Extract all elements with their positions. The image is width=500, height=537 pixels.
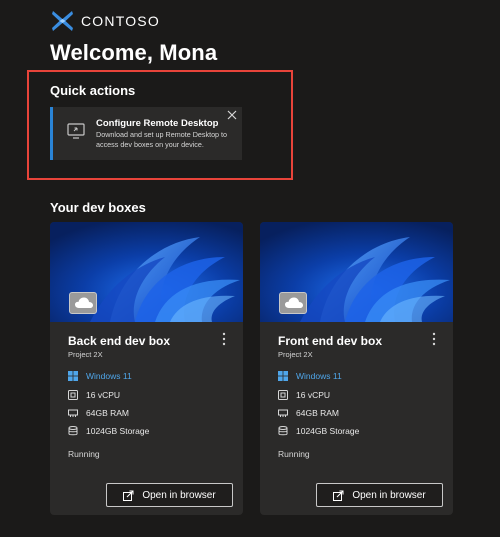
storage-row: 1024GB Storage [68, 426, 149, 436]
open-in-browser-icon [333, 490, 344, 501]
memory-icon [68, 409, 78, 417]
quick-actions-title: Quick actions [50, 83, 136, 98]
close-icon[interactable] [226, 109, 238, 121]
cpu-label: 16 vCPU [86, 390, 121, 400]
cpu-row: 16 vCPU [278, 390, 330, 400]
page-title: Welcome, Mona [50, 40, 218, 65]
open-in-browser-button[interactable]: Open in browser [316, 483, 443, 507]
dev-box-project: Project 2X [68, 350, 103, 359]
cpu-icon [68, 390, 78, 400]
remote-desktop-icon [67, 123, 85, 139]
open-in-browser-label: Open in browser [352, 489, 426, 501]
open-in-browser-button[interactable]: Open in browser [106, 483, 233, 507]
storage-label: 1024GB Storage [86, 426, 150, 436]
cpu-row: 16 vCPU [68, 390, 120, 400]
cpu-icon [278, 390, 288, 400]
dev-boxes-title: Your dev boxes [50, 200, 146, 215]
dev-box-project: Project 2X [278, 350, 313, 359]
qa-card-title: Configure Remote Desktop [96, 118, 219, 129]
dev-box-card: Front end dev box Project 2X Windows 11 … [260, 222, 453, 515]
memory-icon [278, 409, 288, 417]
dev-box-card: Back end dev box Project 2X Windows 11 1… [50, 222, 243, 515]
storage-icon [68, 426, 78, 436]
configure-remote-desktop-card[interactable]: Configure Remote Desktop Download and se… [50, 107, 242, 160]
ram-label: 64GB RAM [296, 408, 339, 418]
brand-name: CONTOSO [81, 13, 160, 29]
brand: CONTOSO [50, 9, 160, 33]
os-row: Windows 11 [68, 371, 132, 381]
os-label[interactable]: Windows 11 [296, 371, 342, 381]
open-in-browser-label: Open in browser [142, 489, 216, 501]
cloud-pc-badge [279, 292, 307, 314]
cloud-icon [75, 297, 93, 308]
dev-box-name: Front end dev box [278, 334, 383, 348]
storage-label: 1024GB Storage [296, 426, 360, 436]
cpu-label: 16 vCPU [296, 390, 331, 400]
dev-box-name: Back end dev box [68, 334, 171, 348]
windows-icon [278, 371, 288, 381]
storage-row: 1024GB Storage [278, 426, 359, 436]
windows-icon [68, 371, 78, 381]
os-row: Windows 11 [278, 371, 342, 381]
status-text: Running [278, 449, 310, 459]
ram-label: 64GB RAM [86, 408, 129, 418]
cloud-icon [285, 297, 303, 308]
contoso-logo-icon [52, 11, 73, 31]
more-options-icon[interactable] [429, 332, 439, 346]
cloud-pc-badge [69, 292, 97, 314]
more-options-icon[interactable] [219, 332, 229, 346]
open-in-browser-icon [123, 490, 134, 501]
status-text: Running [68, 449, 100, 459]
qa-card-description: Download and set up Remote Desktop to ac… [96, 130, 228, 149]
storage-icon [278, 426, 288, 436]
ram-row: 64GB RAM [68, 408, 129, 418]
os-label[interactable]: Windows 11 [86, 371, 132, 381]
ram-row: 64GB RAM [278, 408, 339, 418]
